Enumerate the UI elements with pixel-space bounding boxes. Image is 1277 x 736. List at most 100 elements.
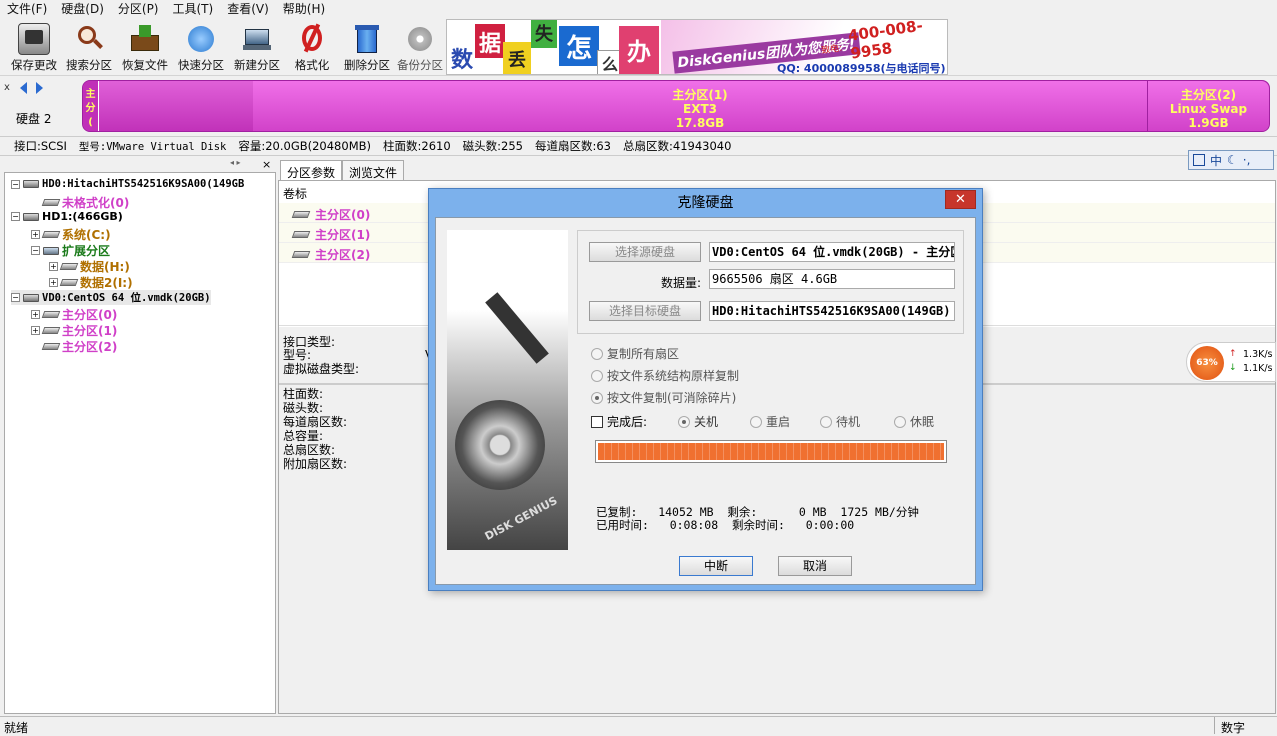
next-disk-icon[interactable] (36, 82, 46, 96)
ad-banner[interactable]: 数 据 丢 失 怎 么 办 DiskGenius团队为您服务! 致电: 400-… (446, 19, 948, 75)
hard-disk-platter-icon (455, 400, 545, 490)
prev-disk-icon[interactable] (20, 82, 30, 96)
expand-icon[interactable]: + (49, 262, 58, 271)
ime-moon-icon[interactable]: ☾ (1227, 153, 1238, 167)
dialog-title: 克隆硬盘 (677, 195, 734, 211)
save-changes-button[interactable]: 保存更改 (6, 21, 62, 73)
tree-data2-i[interactable]: + 数据2(I:) (49, 274, 133, 291)
banner-tile-4: 失 (531, 20, 557, 48)
close-small-icon[interactable]: x (4, 82, 10, 93)
menu-file[interactable]: 文件(F) (0, 0, 54, 18)
tree-data-h[interactable]: + 数据(H:) (49, 258, 130, 275)
partition-icon (59, 263, 79, 270)
seg1-fs: EXT3 (683, 102, 717, 116)
network-speed-widget[interactable]: 63% ↑ 1.3K/s ↓ 1.1K/s (1186, 342, 1276, 382)
disk-segment-p2[interactable]: 主分区(2) Linux Swap 1.9GB (1147, 81, 1269, 131)
radio-circle[interactable] (591, 347, 603, 360)
select-source-disk-button[interactable]: 选择源硬盘 (589, 242, 701, 262)
data-amount-label: 数据量: (661, 276, 702, 290)
recover-files-button[interactable]: 恢复文件 (117, 21, 173, 73)
expand-icon[interactable]: + (31, 230, 40, 239)
after-completion-checkbox[interactable]: 完成后: (591, 413, 647, 430)
disk-total-sectors: 总扇区数:41943040 (623, 139, 732, 153)
radio-circle[interactable] (894, 415, 906, 428)
banner-qq: QQ: 4000089958(与电话同号) (777, 62, 946, 75)
format-label: 格式化 (294, 58, 330, 72)
numlock-indicator: 数字 (1214, 717, 1274, 735)
upload-speed: 1.3K/s (1243, 349, 1273, 360)
disk-partition-bar[interactable]: 主分 ( 0. 主分区(1) EXT3 17.8GB 主分区(2) Linux … (82, 80, 1270, 132)
ime-punct-icon[interactable]: ·, (1243, 153, 1251, 167)
search-partition-button[interactable]: 搜索分区 (61, 21, 117, 73)
disk-segment-p1[interactable]: 主分区(1) EXT3 17.8GB (253, 81, 1147, 131)
download-speed: 1.1K/s (1243, 363, 1273, 374)
tree-close-icon[interactable]: × (262, 158, 271, 171)
tree-scroll-icon[interactable]: ◂ ▸ (230, 158, 241, 167)
disk-segment-p1-left[interactable] (99, 81, 253, 131)
tab-browse-files[interactable]: 浏览文件 (342, 160, 405, 180)
checkbox[interactable] (591, 415, 603, 428)
menu-disk[interactable]: 硬盘(D) (54, 0, 111, 18)
after-shutdown-radio[interactable]: 关机 (678, 413, 718, 430)
tree-system-c[interactable]: + 系统(C:) (31, 226, 111, 243)
tree-hd1[interactable]: − HD1:(466GB) (11, 210, 123, 223)
collapse-icon[interactable]: − (11, 179, 20, 189)
quick-partition-button[interactable]: 快速分区 (173, 21, 229, 73)
radio-circle-selected[interactable] (591, 391, 603, 404)
collapse-icon[interactable]: − (31, 246, 40, 255)
delete-partition-label: 删除分区 (344, 58, 390, 72)
copy-by-file-radio[interactable]: 按文件复制(可消除碎片) (591, 389, 736, 406)
quick-partition-icon (185, 23, 217, 55)
clone-progress-bar (595, 440, 947, 463)
upload-arrow-icon: ↑ (1229, 349, 1237, 359)
expand-icon[interactable]: + (49, 278, 58, 287)
format-button[interactable]: 格式化 (284, 21, 340, 73)
menu-partition[interactable]: 分区(P) (111, 0, 166, 18)
tree-vd0-p2[interactable]: 主分区(2) (41, 338, 117, 355)
radio-circle[interactable] (750, 415, 762, 428)
expand-icon[interactable]: + (31, 310, 40, 319)
recover-files-label: 恢复文件 (122, 58, 168, 72)
radio-circle[interactable] (820, 415, 832, 428)
backup-partition-button[interactable]: 备份分区 (392, 21, 448, 73)
time-stats: 已用时间: 0:08:08 剩余时间: 0:00:00 (596, 518, 855, 532)
target-disk-field: HD0:HitachiHTS542516K9SA00(149GB) - (709, 301, 955, 321)
tree-p0-label: 主分区(0) (62, 308, 118, 322)
collapse-icon[interactable]: − (11, 293, 20, 302)
after-restart-radio[interactable]: 重启 (750, 413, 790, 430)
tree-vd0[interactable]: − VD0:CentOS 64 位.vmdk(20GB) (11, 290, 211, 305)
status-bar: 就绪 数字 (0, 716, 1277, 735)
tree-sys-label: 系统(C:) (62, 228, 111, 242)
banner-tile-2: 据 (475, 24, 505, 58)
tab-partition-params[interactable]: 分区参数 (280, 160, 343, 180)
expand-icon[interactable]: + (31, 326, 40, 335)
abort-button[interactable]: 中断 (679, 556, 753, 576)
tree-header: ◂ ▸ × (4, 158, 276, 172)
tree-vd0-p1[interactable]: + 主分区(1) (31, 322, 117, 339)
menu-help[interactable]: 帮助(H) (276, 0, 332, 18)
tree-hd0-unformatted[interactable]: 未格式化(0) (41, 194, 129, 211)
new-partition-button[interactable]: 新建分区 (229, 21, 285, 73)
collapse-icon[interactable]: − (11, 212, 20, 221)
tree-extended[interactable]: − 扩展分区 (31, 242, 110, 259)
source-disk-field: VD0:CentOS 64 位.vmdk(20GB) - 主分区 (709, 242, 955, 262)
copy-fs-structure-radio[interactable]: 按文件系统结构原样复制 (591, 367, 739, 384)
ime-logo-icon (1193, 154, 1205, 166)
dialog-close-button[interactable]: ✕ (945, 190, 976, 209)
ime-mode-label[interactable]: 中 (1210, 152, 1222, 169)
radio-circle[interactable] (591, 369, 603, 382)
copy-all-sectors-radio[interactable]: 复制所有扇区 (591, 345, 679, 362)
cancel-button[interactable]: 取消 (778, 556, 852, 576)
menu-tools[interactable]: 工具(T) (166, 0, 221, 18)
radio-circle-selected[interactable] (678, 415, 690, 428)
tree-vd0-p0[interactable]: + 主分区(0) (31, 306, 117, 323)
select-target-disk-button[interactable]: 选择目标硬盘 (589, 301, 701, 321)
disk-segment-p0[interactable]: 主分 ( 0. (83, 81, 99, 131)
after-hibernate-radio[interactable]: 休眠 (894, 413, 934, 430)
after-standby-radio[interactable]: 待机 (820, 413, 860, 430)
menu-view[interactable]: 查看(V) (220, 0, 276, 18)
seg1-name: 主分区(1) (672, 88, 728, 102)
tree-hd0[interactable]: − HD0:HitachiHTS542516K9SA00(149GB (11, 178, 244, 190)
delete-partition-button[interactable]: 删除分区 (339, 21, 395, 73)
ime-bar[interactable]: 中 ☾ ·, (1188, 150, 1274, 170)
